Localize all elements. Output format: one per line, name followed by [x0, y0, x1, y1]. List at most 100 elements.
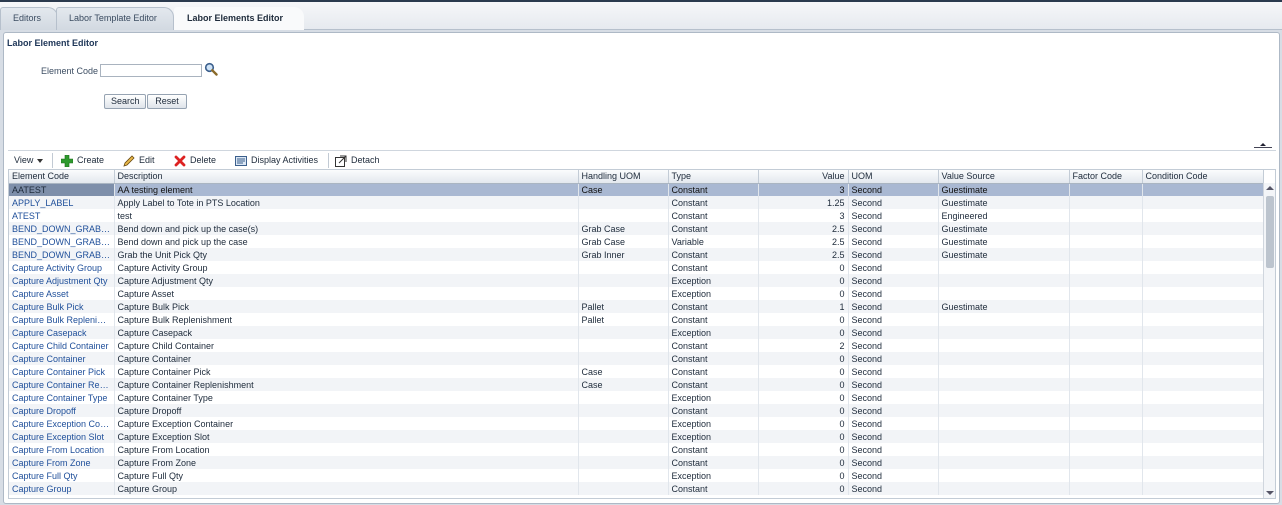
table-row[interactable]: Capture Casepack Capture Casepack Exceptio… [9, 326, 1264, 339]
cell-element-code[interactable]: Capture Container Type [9, 391, 115, 404]
cell-element-code[interactable]: ATEST [9, 209, 115, 222]
table-row[interactable]: Capture Child Container Capture Child Con… [9, 339, 1264, 352]
cell-value: 0 [758, 404, 849, 417]
cell-factor-code [1069, 287, 1143, 300]
cell-element-code[interactable]: Capture From Location [9, 443, 115, 456]
table-row[interactable]: Capture Exception Cont... Capture Excepti… [9, 417, 1264, 430]
delete-button[interactable]: Delete [174, 153, 216, 168]
cell-condition-code [1142, 378, 1264, 391]
create-button[interactable]: Create [61, 153, 104, 168]
cell-element-code[interactable]: BEND_DOWN_GRAB_F... [9, 235, 115, 248]
col-header-description[interactable]: Description [114, 170, 579, 184]
table-row[interactable]: BEND_DOWN_GRAB_C... Bend down and pick up… [9, 222, 1264, 235]
table-row[interactable]: Capture Activity Group Capture Activity G… [9, 261, 1264, 274]
cell-handling-uom [578, 287, 669, 300]
table-row[interactable]: Capture Container Type Capture Container … [9, 391, 1264, 404]
cell-value: 0 [758, 391, 849, 404]
cell-handling-uom [578, 456, 669, 469]
table-row[interactable]: BEND_DOWN_GRAB_F... Bend down and pick up… [9, 235, 1264, 248]
cell-description: Capture Activity Group [114, 261, 579, 274]
tab-labor-template-editor[interactable]: Labor Template Editor [56, 7, 174, 30]
cell-element-code[interactable]: Capture Exception Slot [9, 430, 115, 443]
table-row[interactable]: Capture Asset Capture Asset Exception 0 Seco… [9, 287, 1264, 300]
cell-element-code[interactable]: Capture Container [9, 352, 115, 365]
tab-editors[interactable]: Editors [0, 7, 58, 30]
cell-element-code[interactable]: BEND_DOWN_GRAB_C... [9, 222, 115, 235]
collapse-pane-icon[interactable] [1254, 143, 1272, 148]
col-header-factor-code[interactable]: Factor Code [1069, 170, 1143, 184]
cell-value: 0 [758, 417, 849, 430]
col-header-uom[interactable]: UOM [848, 170, 939, 184]
cell-element-code[interactable]: Capture Adjustment Qty [9, 274, 115, 287]
cell-condition-code [1142, 209, 1264, 222]
col-header-element-code[interactable]: Element Code [9, 170, 115, 184]
vertical-scrollbar[interactable] [1263, 183, 1275, 498]
table-row[interactable]: ATEST test Constant 3 Second Engineered [9, 209, 1264, 222]
cell-element-code[interactable]: Capture Exception Cont... [9, 417, 115, 430]
cell-type: Constant [668, 365, 759, 378]
col-header-condition-code[interactable]: Condition Code [1142, 170, 1264, 184]
edit-button[interactable]: Edit [123, 153, 155, 168]
cell-type: Constant [668, 248, 759, 261]
cell-description: Capture From Location [114, 443, 579, 456]
cell-value: 1 [758, 300, 849, 313]
search-button[interactable]: Search [104, 94, 146, 109]
cell-element-code[interactable]: Capture Full Qty [9, 469, 115, 482]
table-row[interactable]: Capture Full Qty Capture Full Qty Exceptio… [9, 469, 1264, 482]
view-menu[interactable]: View [14, 153, 44, 168]
cell-factor-code [1069, 196, 1143, 209]
scroll-down-arrow-icon[interactable] [1266, 491, 1274, 495]
cell-element-code[interactable]: BEND_DOWN_GRAB_U... [9, 248, 115, 261]
cell-element-code[interactable]: Capture Bulk Pick [9, 300, 115, 313]
table-row[interactable]: Capture Bulk Pick Capture Bulk Pick Pallet… [9, 300, 1264, 313]
cell-factor-code [1069, 248, 1143, 261]
cell-uom: Second [848, 222, 939, 235]
cell-element-code[interactable]: Capture Container Pick [9, 365, 115, 378]
cell-element-code[interactable]: Capture Container Repl... [9, 378, 115, 391]
table-row[interactable]: Capture From Zone Capture From Zone Consta… [9, 456, 1264, 469]
col-header-value-source[interactable]: Value Source [938, 170, 1070, 184]
scrollbar-thumb[interactable] [1266, 196, 1274, 268]
cell-factor-code [1069, 222, 1143, 235]
cell-condition-code [1142, 183, 1264, 196]
element-code-input[interactable] [100, 64, 202, 77]
table-row[interactable]: AATEST AA testing element Case Constant 3 Sec… [9, 183, 1264, 196]
cell-element-code[interactable]: APPLY_LABEL [9, 196, 115, 209]
cell-element-code[interactable]: Capture Bulk Replenish... [9, 313, 115, 326]
cell-uom: Second [848, 391, 939, 404]
cell-element-code[interactable]: Capture Casepack [9, 326, 115, 339]
detach-icon [335, 155, 347, 167]
table-row[interactable]: APPLY_LABEL Apply Label to Tote in PTS Lo… [9, 196, 1264, 209]
reset-button[interactable]: Reset [147, 94, 187, 109]
search-icon[interactable] [204, 62, 218, 76]
table-row[interactable]: Capture Adjustment Qty Capture Adjustment… [9, 274, 1264, 287]
table-row[interactable]: Capture From Location Capture From Locati… [9, 443, 1264, 456]
table-row[interactable]: Capture Dropoff Capture Dropoff Constant 0 S… [9, 404, 1264, 417]
cell-element-code[interactable]: Capture Dropoff [9, 404, 115, 417]
table-row[interactable]: Capture Container Capture Container Consta… [9, 352, 1264, 365]
cell-type: Exception [668, 430, 759, 443]
cell-element-code[interactable]: Capture Activity Group [9, 261, 115, 274]
cell-element-code[interactable]: Capture Child Container [9, 339, 115, 352]
table-row[interactable]: Capture Exception Slot Capture Exception … [9, 430, 1264, 443]
cell-value-source [938, 482, 1070, 495]
cell-element-code[interactable]: Capture Asset [9, 287, 115, 300]
col-header-value[interactable]: Value [758, 170, 849, 184]
cell-element-code[interactable]: AATEST [9, 183, 115, 196]
cell-element-code[interactable]: Capture Group [9, 482, 115, 495]
tab-labor-elements-editor[interactable]: Labor Elements Editor [174, 7, 304, 30]
table-row[interactable]: BEND_DOWN_GRAB_U... Grab the Unit Pick Qt… [9, 248, 1264, 261]
detach-button[interactable]: Detach [335, 153, 380, 168]
col-header-type[interactable]: Type [668, 170, 759, 184]
cell-uom: Second [848, 300, 939, 313]
scroll-up-arrow-icon[interactable] [1266, 186, 1274, 190]
table-row[interactable]: Capture Container Repl... Capture Contain… [9, 378, 1264, 391]
table-row[interactable]: Capture Container Pick Capture Container … [9, 365, 1264, 378]
display-activities-button[interactable]: Display Activities [235, 153, 318, 168]
cell-value: 0 [758, 326, 849, 339]
element-code-label: Element Code [41, 66, 99, 76]
table-row[interactable]: Capture Group Capture Group Constant 0 Secon… [9, 482, 1264, 495]
table-row[interactable]: Capture Bulk Replenish... Capture Bulk Re… [9, 313, 1264, 326]
cell-element-code[interactable]: Capture From Zone [9, 456, 115, 469]
col-header-handling-uom[interactable]: Handling UOM [578, 170, 669, 184]
